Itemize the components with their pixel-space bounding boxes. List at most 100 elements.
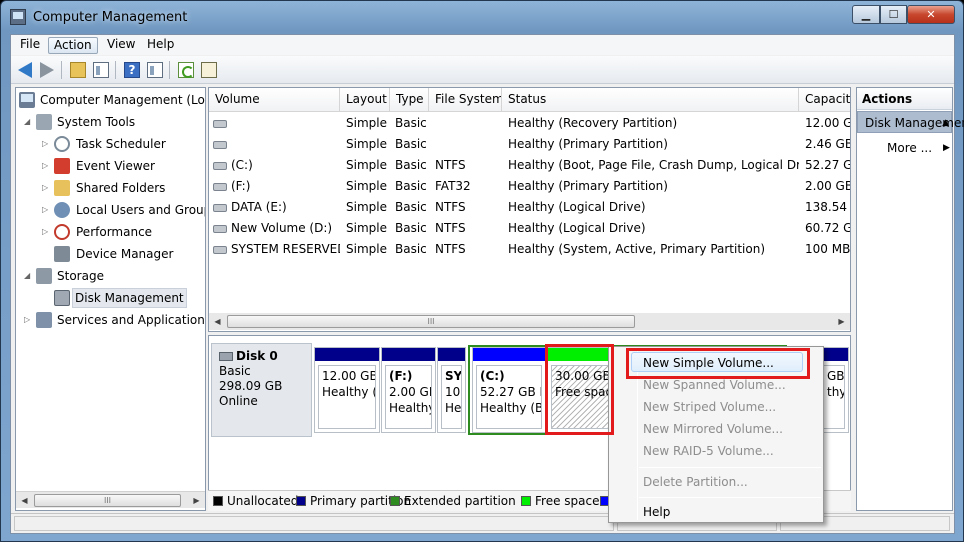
clock-icon	[54, 136, 70, 152]
scroll-right-icon[interactable]: ▶	[833, 313, 850, 330]
disk-type: Basic	[219, 364, 251, 378]
table-row[interactable]: DATA (E:) Simple Basic NTFS Healthy (Logical…	[209, 197, 850, 218]
expand-icon[interactable]: ▷	[24, 315, 32, 324]
maximize-button[interactable]: ☐	[880, 5, 907, 24]
table-cell-type: Basic	[395, 179, 427, 193]
menu-item-new-mirrored-volume: New Mirrored Volume...	[643, 422, 783, 436]
computer-management-icon	[19, 92, 35, 108]
legend-item: Unallocated	[213, 491, 298, 511]
back-icon	[18, 62, 32, 78]
table-cell-type: Basic	[395, 242, 427, 256]
table-cell-volume: (C:)	[213, 155, 340, 176]
tree-horizontal-scrollbar[interactable]: ◀ III ▶	[16, 491, 205, 508]
show-hide-action-pane-button[interactable]	[145, 60, 165, 80]
partition-size: 52.27 GB NTFS	[480, 385, 541, 399]
partition-block[interactable]: 12.00 GB Healthy (Recovery Partition)	[314, 347, 380, 433]
storage-icon	[36, 268, 52, 284]
expand-icon[interactable]: ▷	[42, 227, 50, 236]
tree-label: Task Scheduler	[76, 137, 166, 151]
close-button[interactable]: ✕	[907, 5, 955, 24]
table-row[interactable]: Simple Basic Healthy (Recovery Partition) 1…	[209, 113, 850, 134]
column-header-volume[interactable]: Volume	[209, 88, 340, 112]
menu-separator	[639, 497, 821, 498]
table-cell-fs	[435, 113, 502, 134]
expand-icon[interactable]: ▷	[42, 205, 50, 214]
menu-view[interactable]: View	[102, 37, 140, 54]
collapse-icon[interactable]: ◢	[24, 271, 32, 280]
scroll-thumb[interactable]: III	[34, 494, 181, 507]
expand-icon[interactable]: ▷	[42, 139, 50, 148]
window: Computer Management ▁ ☐ ✕ File Action Vi…	[0, 0, 964, 542]
back-button[interactable]	[15, 60, 35, 80]
table-row[interactable]: SYSTEM RESERVED Simple Basic NTFS Healthy (S…	[209, 239, 850, 260]
volume-list-horizontal-scrollbar[interactable]: ◀ III ▶	[209, 313, 850, 330]
volume-name: New Volume (D:)	[231, 221, 333, 235]
volume-name: (F:)	[231, 179, 251, 193]
forward-button[interactable]	[37, 60, 57, 80]
partition-size: 100 MB	[445, 385, 461, 399]
menu-item-help[interactable]: Help	[643, 502, 670, 522]
disk-0-label[interactable]: Disk 0 Basic 298.09 GB Online	[211, 343, 312, 437]
collapse-icon[interactable]: ◢	[24, 117, 32, 126]
partition-info: 12.00 GB Healthy (Recovery Partition)	[318, 365, 376, 429]
table-cell-layout: Simple	[346, 116, 387, 130]
table-cell-status: Healthy (Logical Drive)	[508, 221, 646, 235]
column-header-capacity[interactable]: Capacity	[799, 88, 850, 112]
table-cell-status: Healthy (System, Active, Primary Partiti…	[508, 242, 766, 256]
partition-block[interactable]: (C:) 52.27 GB NTFS Healthy (Boot, Page Fil…	[472, 347, 546, 433]
export-list-icon	[201, 62, 217, 78]
scroll-left-icon[interactable]: ◀	[209, 313, 226, 330]
table-row[interactable]: (C:) Simple Basic NTFS Healthy (Boot, Page F…	[209, 155, 850, 176]
disk-size: 298.09 GB	[219, 379, 283, 393]
toolbar-separator	[61, 61, 62, 79]
legend-item: Free space	[521, 491, 599, 511]
column-header-layout[interactable]: Layout	[340, 88, 390, 112]
column-header-type[interactable]: Type	[390, 88, 429, 112]
legend-swatch	[296, 496, 306, 506]
menu-help[interactable]: Help	[142, 37, 179, 54]
tree-label: Shared Folders	[76, 181, 166, 195]
tree-label: Services and Applications	[57, 313, 206, 327]
toolbar-separator	[169, 61, 170, 79]
help-button[interactable]: ?	[122, 60, 142, 80]
minimize-button[interactable]: ▁	[852, 5, 880, 24]
partition-color-bar	[820, 348, 848, 361]
table-cell-status: Healthy (Primary Partition)	[508, 179, 668, 193]
partition-size: 2.00 GB	[389, 385, 431, 399]
title-bar[interactable]: Computer Management ▁ ☐ ✕	[1, 1, 963, 35]
expand-icon[interactable]: ▷	[42, 161, 50, 170]
volume-icon	[213, 203, 227, 212]
up-one-level-button[interactable]	[68, 60, 88, 80]
column-header-file-system[interactable]: File System	[429, 88, 502, 112]
refresh-button[interactable]	[176, 60, 196, 80]
legend-label: Unallocated	[227, 494, 299, 508]
actions-more[interactable]: More ...	[887, 138, 932, 158]
refresh-icon	[178, 62, 194, 78]
table-cell-layout: Simple	[346, 179, 387, 193]
partition-block[interactable]: SYSTEM RESERVED 100 MB Healthy (System)	[437, 347, 466, 433]
export-list-button[interactable]	[199, 60, 219, 80]
performance-icon	[54, 224, 70, 240]
actions-disk-management[interactable]: Disk Management ▲	[857, 111, 964, 134]
help-icon: ?	[124, 62, 140, 78]
menu-action[interactable]: Action	[48, 37, 98, 54]
table-row[interactable]: (F:) Simple Basic FAT32 Healthy (Primary Par…	[209, 176, 850, 197]
partition-block[interactable]: (F:) 2.00 GB Healthy (Primary Partition)	[381, 347, 436, 433]
collapse-up-icon[interactable]: ▲	[942, 112, 949, 134]
scroll-thumb[interactable]: III	[227, 315, 635, 328]
menu-item-new-raid5-volume: New RAID-5 Volume...	[643, 444, 774, 458]
partition-status: Healthy (System)	[445, 401, 462, 415]
menu-file[interactable]: File	[15, 37, 45, 54]
scroll-left-icon[interactable]: ◀	[16, 492, 33, 509]
hard-disk-icon	[219, 352, 233, 361]
table-row[interactable]: Simple Basic Healthy (Primary Partition) 2.…	[209, 134, 850, 155]
table-row[interactable]: New Volume (D:) Simple Basic NTFS Healthy (L…	[209, 218, 850, 239]
highlight-new-simple-volume	[626, 348, 810, 379]
show-hide-tree-button[interactable]	[91, 60, 111, 80]
scroll-right-icon[interactable]: ▶	[188, 492, 205, 509]
table-cell-capacity: 60.72 GB	[805, 221, 850, 235]
column-header-status[interactable]: Status	[502, 88, 799, 112]
table-cell-fs	[435, 134, 502, 155]
partition-title: (C:)	[480, 369, 505, 383]
expand-icon[interactable]: ▷	[42, 183, 50, 192]
